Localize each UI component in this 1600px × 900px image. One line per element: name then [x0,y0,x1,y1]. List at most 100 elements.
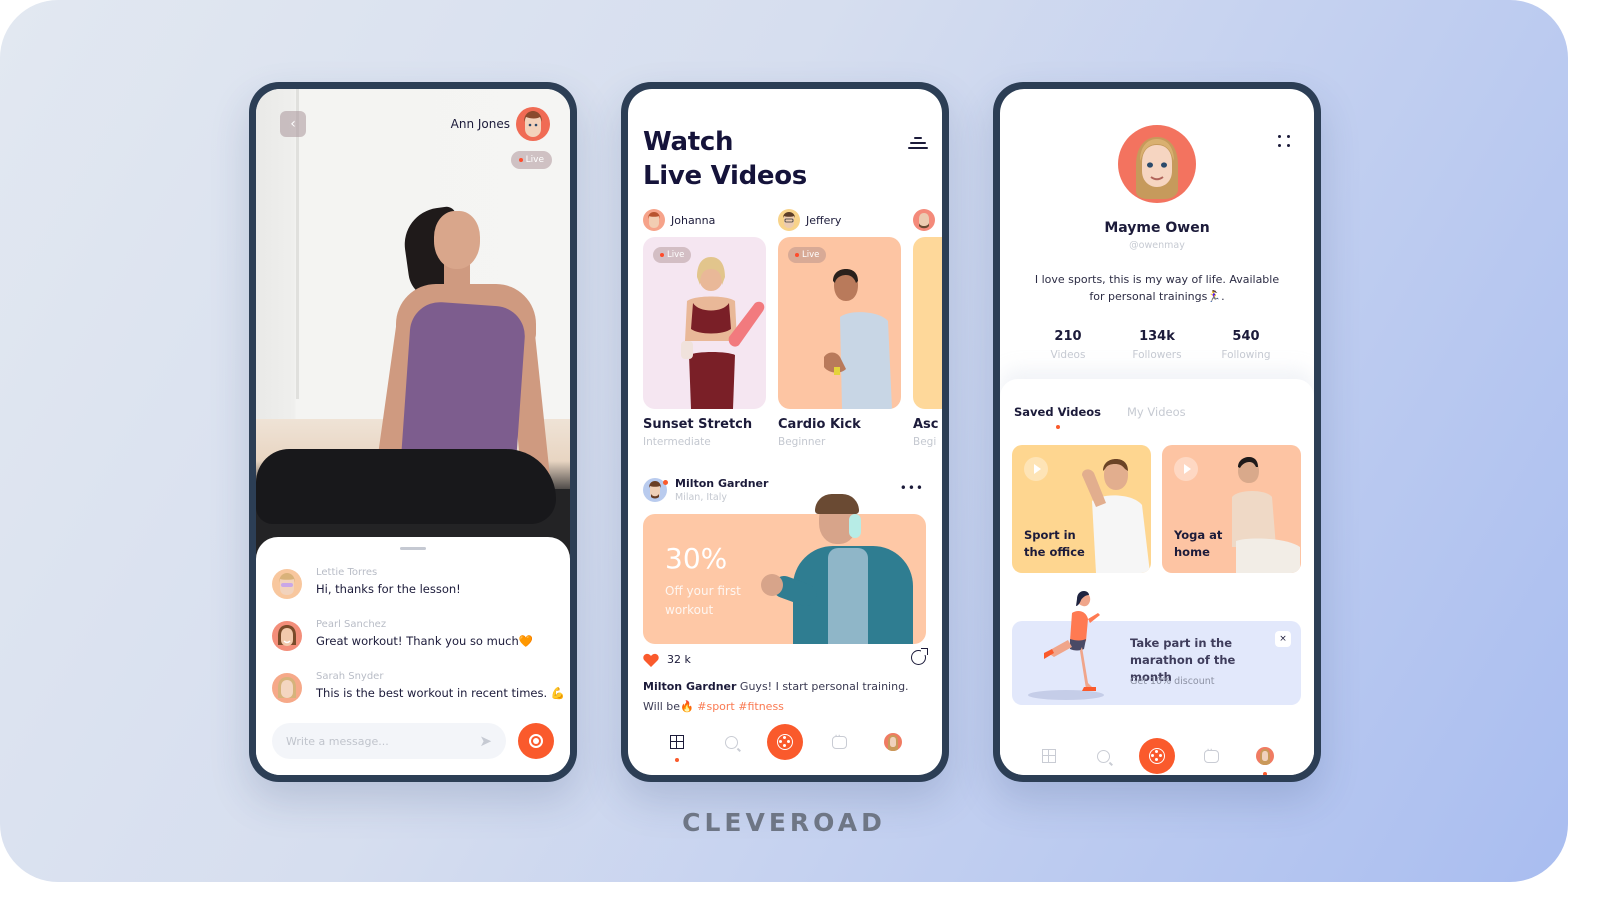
tab-live[interactable] [1139,738,1175,774]
woman-with-mat-illustration [681,257,765,409]
memoji-icon [524,111,542,137]
saved-video-title: Yoga at home [1174,528,1223,559]
video-card[interactable]: Live Sunset Stretch Intermediate [643,237,766,448]
grid-icon [670,735,684,749]
page-title: Watch Live Videos [643,125,807,193]
avatar[interactable] [272,673,302,703]
saved-video-card[interactable]: Sport in the office [1012,445,1151,573]
stat-value: 134k [1139,329,1175,344]
stat-label: Following [1221,349,1271,361]
tab-label: Saved Videos [1014,405,1101,419]
man-running-illustration [824,269,892,409]
tab-messages[interactable] [1193,738,1229,774]
message-author: Sarah Snyder [316,671,384,682]
stat-label: Videos [1050,349,1086,361]
host-info[interactable]: Ann Jones [451,107,550,141]
tab-profile[interactable] [1247,738,1283,775]
heart-icon[interactable] [643,652,659,667]
record-icon [529,734,543,748]
saved-videos-grid: Sport in the office Yoga at home [1012,445,1301,573]
play-icon[interactable] [1174,457,1198,481]
menu-dots-icon[interactable] [1278,135,1292,149]
profile-screen: Mayme Owen @owenmay I love sports, this … [1000,89,1314,775]
host-avatar[interactable] [516,107,550,141]
avatar[interactable] [272,621,302,651]
search-icon [724,735,738,749]
message-input[interactable]: Write a message... ➤ [272,723,506,759]
play-icon[interactable] [1024,457,1048,481]
creator-name: Jeffery [806,213,842,227]
phone-watch-videos: Watch Live Videos Johanna Jeffery Live S… [621,82,949,782]
memoji-icon [1136,137,1178,199]
tab-home[interactable] [1031,738,1067,774]
tab-search[interactable] [1085,738,1121,774]
banner-subtitle: Get 10% discount [1130,676,1215,687]
creator-item[interactable]: Jeffery [778,209,913,231]
filter-icon[interactable] [908,136,928,150]
marathon-banner[interactable]: Take part in the marathon of the month G… [1012,591,1301,705]
record-button[interactable] [518,723,554,759]
host-name: Ann Jones [450,117,510,131]
sheet-drag-handle[interactable] [400,547,426,550]
saved-video-card[interactable]: Yoga at home [1162,445,1301,573]
live-dot-icon [518,158,523,162]
tab-my-videos[interactable]: My Videos [1127,405,1186,419]
stat-value: 210 [1054,329,1082,344]
profile-content-panel: Saved Videos My Videos Sport in the offi… [1000,379,1314,775]
chat-message: Lettie Torres Hi, thanks for the lesson! [272,567,461,599]
back-button[interactable]: ‹ [280,111,306,137]
promo-text: Off your first workout [665,584,741,617]
like-count: 32 k [667,652,691,666]
post-header[interactable]: Milton Gardner Milan, Italy [643,477,768,503]
video-level: Begi [913,436,937,448]
tab-profile[interactable] [875,724,911,760]
chat-sheet: Lettie Torres Hi, thanks for the lesson!… [256,537,570,775]
more-options-icon[interactable]: ••• [900,481,924,495]
share-icon[interactable] [911,648,928,665]
active-tab-indicator [1055,425,1060,429]
creator-item[interactable] [913,209,942,231]
post-author-avatar [643,478,668,502]
promo-value: 30% [665,542,728,575]
profile-name: Mayme Owen [1104,220,1210,236]
tab-messages[interactable] [821,724,857,760]
tab-label: My Videos [1127,405,1186,419]
search-icon [1096,749,1110,763]
stat-videos[interactable]: 210 Videos [1024,329,1112,361]
bottom-tab-bar [628,709,942,775]
avatar[interactable] [272,569,302,599]
creator-item[interactable]: Johanna [643,209,778,231]
reel-icon [777,734,793,750]
title-line: Live Videos [643,161,807,191]
video-card[interactable]: Live Cardio Kick Beginner [778,237,901,448]
saved-video-title: Sport in the office [1024,528,1085,559]
video-card[interactable]: Asc Begi [913,237,942,448]
video-thumbnail[interactable]: Live [643,237,766,409]
post-author: Milton Gardner [675,477,769,490]
runner-woman-illustration [1028,591,1104,700]
grid-icon [1042,749,1056,763]
memoji-icon [279,573,295,595]
message-text: Great workout! Thank you so much🧡 [316,634,534,648]
video-thumbnail[interactable] [913,237,942,409]
profile-avatar[interactable] [1118,125,1196,203]
close-icon[interactable]: × [1275,631,1291,647]
send-icon[interactable]: ➤ [479,732,492,750]
live-stream-screen: ‹ Ann Jones Live Lettie Torres Hi, thank… [256,89,570,775]
brand-logo: CLEVEROAD [682,808,886,837]
avatar [778,209,800,231]
tab-home[interactable] [659,724,695,762]
tab-search[interactable] [713,724,749,760]
stat-followers[interactable]: 134k Followers [1113,329,1201,361]
tab-saved-videos[interactable]: Saved Videos [1014,405,1101,429]
video-thumbnail[interactable]: Live [778,237,901,409]
promo-banner[interactable]: 30% Off your first workout [643,494,926,644]
live-badge: Live [510,151,552,169]
memoji-icon [278,625,296,646]
stat-value: 540 [1232,329,1260,344]
stat-following[interactable]: 540 Following [1202,329,1290,361]
memoji-icon [278,677,296,698]
profile-tabs: Saved Videos My Videos [1014,405,1186,429]
profile-bio: I love sports, this is my way of life. A… [1034,273,1280,303]
tab-live[interactable] [767,724,803,760]
